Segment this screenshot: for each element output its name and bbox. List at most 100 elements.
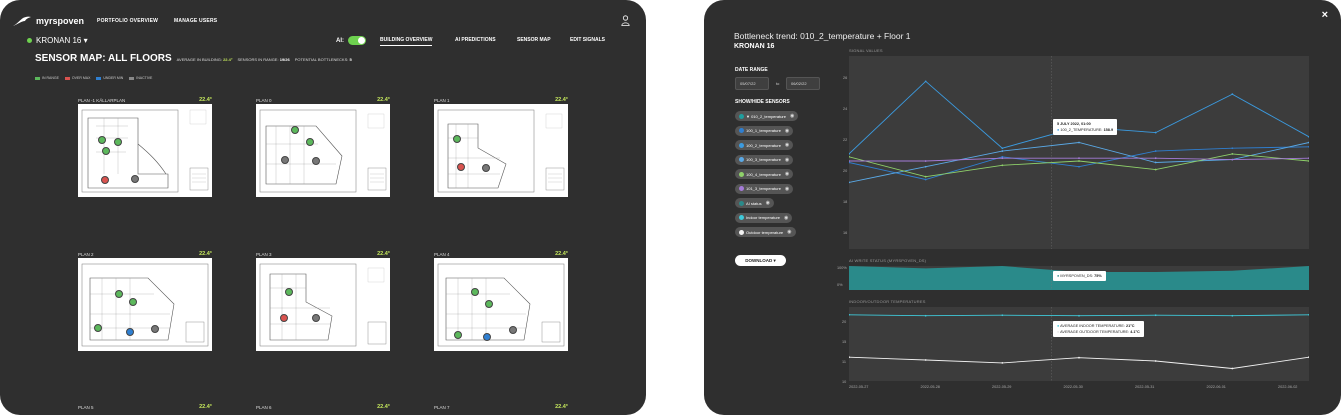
data-point: [1231, 93, 1234, 96]
eye-slash-icon[interactable]: ◉: [787, 229, 791, 235]
eye-slash-icon[interactable]: ◉: [785, 128, 789, 134]
sensor-toggle-chip[interactable]: Indoor temperature ◉: [735, 212, 793, 223]
eye-slash-icon[interactable]: ◉: [785, 186, 789, 192]
sensor-color-dot: [739, 157, 744, 162]
sensor-marker[interactable]: [280, 314, 288, 322]
plan-name: PLAN 5: [78, 404, 94, 410]
floor-plan-card[interactable]: PLAN -1 KÄLLARPLAN 22.4°: [78, 96, 212, 197]
sensor-marker[interactable]: [281, 156, 289, 164]
temperatures-plot[interactable]: [848, 307, 1310, 381]
x-tick-label: 2022-05-30: [1063, 385, 1083, 389]
sensor-marker[interactable]: [101, 176, 109, 184]
sensor-marker[interactable]: [457, 163, 465, 171]
sensor-marker[interactable]: [98, 136, 106, 144]
tab-building-overview[interactable]: BUILDING OVERVIEW: [380, 37, 433, 46]
sensor-marker[interactable]: [312, 157, 320, 165]
sensor-toggle-chip[interactable]: AI status ◉: [735, 198, 774, 208]
floor-plan-drawing[interactable]: [256, 258, 390, 351]
y-tick-label: 22: [843, 138, 848, 142]
floor-plan-card[interactable]: PLAN 6 22.4°: [256, 403, 390, 411]
nav-portfolio-overview[interactable]: PORTFOLIO OVERVIEW: [97, 18, 158, 24]
sensor-toggle-chip[interactable]: 101_3_temperature ◉: [735, 183, 794, 194]
tab-sensor-map[interactable]: SENSOR MAP: [517, 37, 551, 43]
floor-plan-drawing[interactable]: [78, 258, 212, 351]
data-point: [1078, 356, 1080, 359]
sensor-marker[interactable]: [483, 333, 491, 341]
eye-slash-icon[interactable]: ◉: [785, 171, 789, 177]
ai-label: AI:: [336, 37, 344, 44]
user-icon[interactable]: [621, 15, 630, 26]
sensor-marker[interactable]: [114, 138, 122, 146]
tooltip-indoor-value: 21°C: [1126, 324, 1135, 328]
date-from-input[interactable]: 05/07/22: [735, 77, 769, 90]
tab-ai-predictions[interactable]: AI PREDICTIONS: [455, 37, 496, 43]
floor-plan-drawing[interactable]: [434, 258, 568, 351]
sensor-marker[interactable]: [151, 325, 159, 333]
sensor-marker[interactable]: [485, 300, 493, 308]
sensor-label: Indoor temperature: [746, 215, 781, 220]
site-selector[interactable]: KRONAN 16 ▾: [27, 36, 88, 45]
sensor-toggle-chip[interactable]: 100_4_temperature ◉: [735, 169, 794, 179]
y-tick-label: 20: [842, 320, 847, 324]
sensor-marker[interactable]: [115, 290, 123, 298]
floor-plan-card[interactable]: PLAN 0 22.4°: [256, 96, 390, 197]
data-point: [1001, 164, 1004, 167]
eye-slash-icon[interactable]: ◉: [790, 113, 794, 119]
sensor-toggle-chip[interactable]: Outdoor temperature ◉: [735, 227, 796, 237]
site-name: KRONAN 16 ▾: [36, 36, 88, 45]
bird-logo-icon: [13, 16, 31, 26]
ai-toggle-group: AI:: [336, 36, 366, 45]
floor-plan-drawing[interactable]: [78, 104, 212, 197]
temperatures-chart: [848, 307, 1310, 381]
eye-slash-icon[interactable]: ◉: [785, 142, 789, 148]
tab-edit-signals[interactable]: EDIT SIGNALS: [570, 37, 605, 43]
sensor-marker[interactable]: [131, 175, 139, 183]
floor-plan-drawing[interactable]: [256, 104, 390, 197]
ai-toggle[interactable]: [348, 36, 366, 45]
floor-plan-card[interactable]: PLAN 7 22.4°: [434, 403, 568, 411]
sensor-marker[interactable]: [129, 298, 137, 306]
ai-tooltip: ● MYRSPOVEN_DS: 75%: [1053, 271, 1106, 281]
sensor-toggle-chip[interactable]: 100_3_temperature ◉: [735, 154, 794, 165]
close-icon[interactable]: ×: [1322, 9, 1328, 21]
sensor-marker[interactable]: [102, 147, 110, 155]
sensor-toggle-chip[interactable]: ▼ 010_2_temperature ◉: [735, 111, 799, 121]
eye-slash-icon[interactable]: ◉: [784, 215, 788, 221]
floor-plan-drawing[interactable]: [434, 104, 568, 197]
sensor-marker[interactable]: [285, 288, 293, 296]
x-tick-label: 2022-05-27: [849, 385, 869, 389]
eye-slash-icon[interactable]: ◉: [766, 200, 770, 206]
floor-plan-card[interactable]: PLAN 1 22.4°: [434, 96, 568, 197]
floor-plan-card[interactable]: PLAN 3 22.4°: [256, 250, 390, 351]
signal-values-plot[interactable]: [848, 56, 1310, 249]
floor-plan-card[interactable]: PLAN 2 22.4°: [78, 250, 212, 351]
floor-plan-card[interactable]: PLAN 4 22.4°: [434, 250, 568, 351]
x-tick-label: 2022-06-01: [1206, 385, 1226, 389]
floor-plan-card[interactable]: PLAN 5 22.4°: [78, 403, 212, 411]
sensor-marker[interactable]: [454, 331, 462, 339]
floor-plan-icon: [259, 109, 387, 193]
eye-slash-icon[interactable]: ◉: [785, 157, 789, 163]
sensor-marker[interactable]: [509, 326, 517, 334]
data-point: [1154, 150, 1157, 152]
myrspoven-logo[interactable]: myrspoven: [12, 15, 84, 27]
sensor-toggle-chip[interactable]: 100_2_temperature ◉: [735, 140, 794, 150]
sensor-marker[interactable]: [94, 324, 102, 332]
date-to-input[interactable]: 06/02/22: [786, 77, 820, 90]
data-point: [1001, 147, 1004, 150]
sensor-marker[interactable]: [482, 164, 490, 172]
sensor-marker[interactable]: [471, 288, 479, 296]
sensor-color-dot: [739, 186, 744, 191]
sensor-color-dot: [739, 128, 744, 133]
sensor-marker[interactable]: [312, 314, 320, 322]
sensor-marker[interactable]: [453, 135, 461, 143]
sensor-marker[interactable]: [291, 126, 299, 134]
site-status-dot: [27, 38, 32, 43]
sensor-marker[interactable]: [306, 138, 314, 146]
download-button[interactable]: DOWNLOAD ▾: [735, 255, 786, 266]
sensor-marker[interactable]: [126, 328, 134, 336]
sensor-toggle-chip[interactable]: 100_1_temperature ◉: [735, 125, 794, 136]
data-point: [1231, 147, 1234, 150]
legend-swatch: [96, 76, 102, 80]
nav-manage-users[interactable]: MANAGE USERS: [174, 18, 217, 24]
